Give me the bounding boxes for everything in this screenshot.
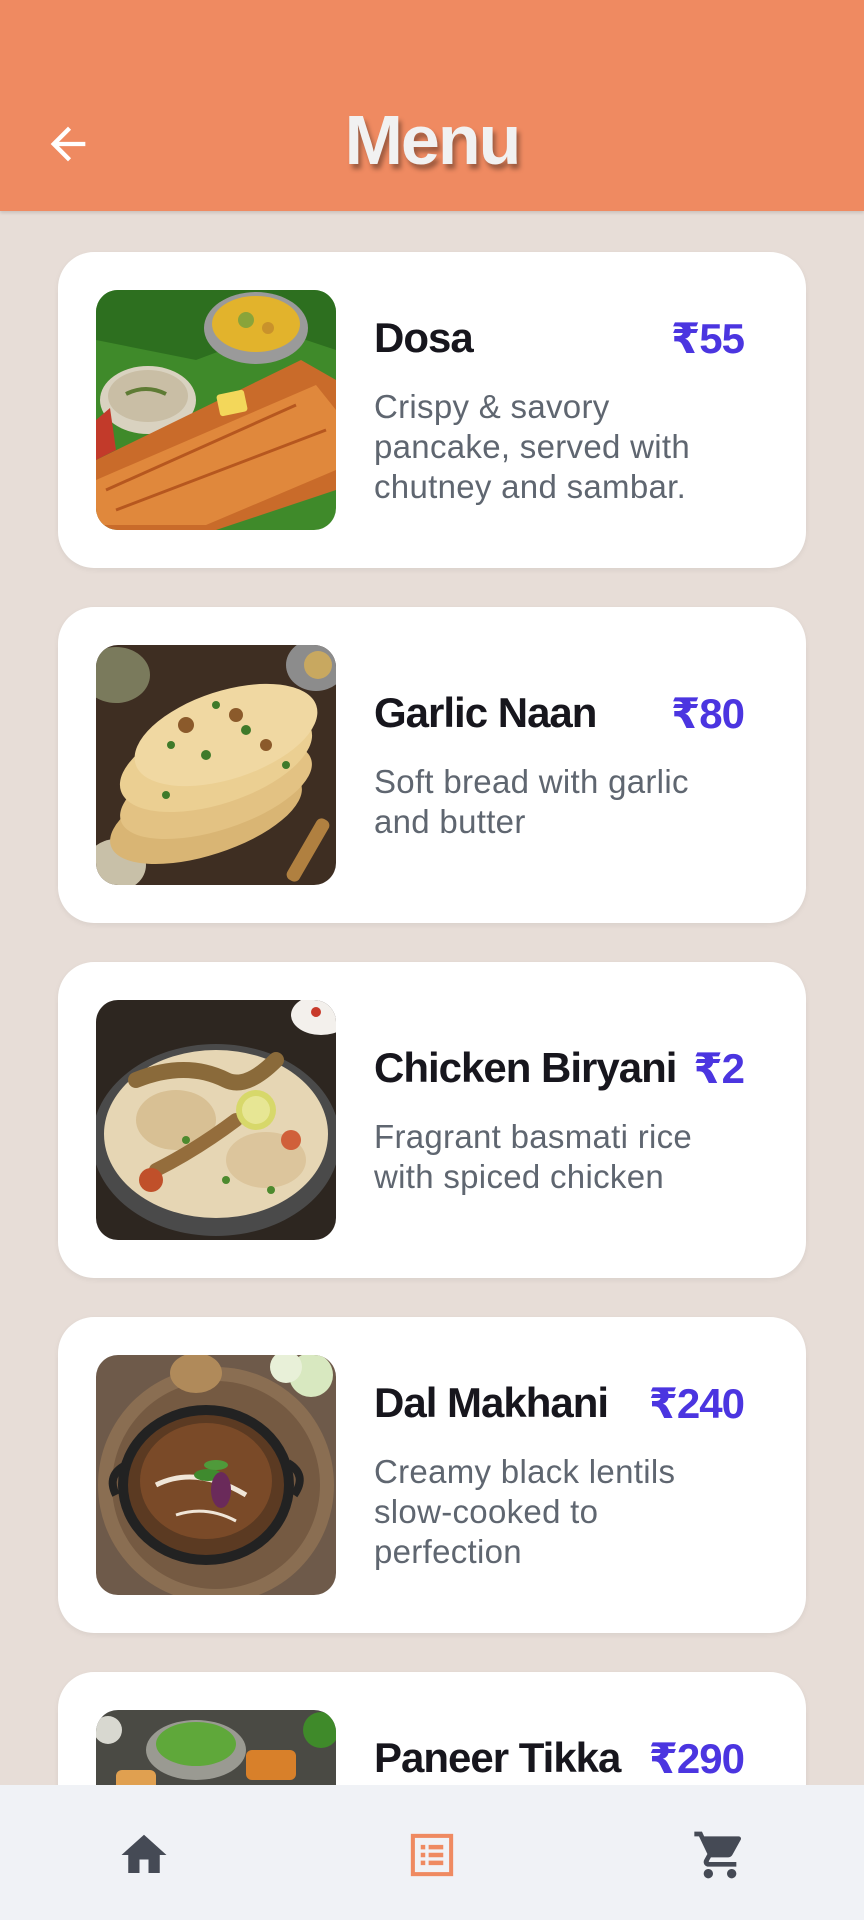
menu-item-price: ₹290 — [648, 1735, 745, 1782]
menu-item-description: Creamy black lentils slow-cooked to perf… — [374, 1453, 676, 1570]
page-title: Menu — [344, 101, 522, 179]
menu-item-name: Dal Makhani — [374, 1379, 609, 1426]
menu-item-description: Soft bread with garlic and butter — [374, 763, 689, 840]
menu-item-card[interactable]: Paneer Tikka ₹290 — [58, 1672, 806, 1785]
menu-item-card[interactable]: Dosa ₹55 Crispy & savory pancake, served… — [58, 252, 806, 568]
app-header: Menu — [0, 0, 864, 211]
menu-item-name: Chicken Biryani — [374, 1044, 677, 1091]
paneer-tikka-image — [96, 1710, 336, 1785]
home-icon — [121, 1834, 167, 1873]
menu-item-description: Fragrant basmati rice with spiced chicke… — [374, 1118, 693, 1195]
menu-item-name: Dosa — [374, 314, 474, 361]
menu-item-price: ₹240 — [648, 1380, 745, 1427]
menu-item-description: Crispy & savory pancake, served with chu… — [374, 388, 691, 505]
menu-item-price: ₹80 — [671, 690, 745, 737]
menu-item-name: Paneer Tikka — [374, 1734, 621, 1781]
menu-item-name: Garlic Naan — [374, 689, 597, 736]
nav-menu-button[interactable] — [392, 1815, 472, 1895]
bottom-navigation — [0, 1785, 864, 1920]
menu-list[interactable]: Dosa ₹55 Crispy & savory pancake, served… — [0, 211, 864, 1785]
menu-item-card[interactable]: Garlic Naan ₹80 Soft bread with garlic a… — [58, 607, 806, 923]
menu-item-price: ₹2 — [693, 1045, 745, 1092]
nav-home-button[interactable] — [104, 1815, 184, 1895]
chicken-biryani-image — [96, 1000, 336, 1240]
nav-cart-button[interactable] — [680, 1815, 760, 1895]
cart-icon — [694, 1831, 742, 1879]
garlic-naan-image — [96, 645, 336, 885]
dosa-image — [96, 290, 336, 530]
menu-list-icon — [410, 1833, 454, 1877]
menu-item-card[interactable]: Chicken Biryani ₹2 Fragrant basmati rice… — [58, 962, 806, 1278]
menu-item-price: ₹55 — [671, 315, 745, 362]
menu-item-card[interactable]: Dal Makhani ₹240 Creamy black lentils sl… — [58, 1317, 806, 1633]
dal-makhani-image — [96, 1355, 336, 1595]
